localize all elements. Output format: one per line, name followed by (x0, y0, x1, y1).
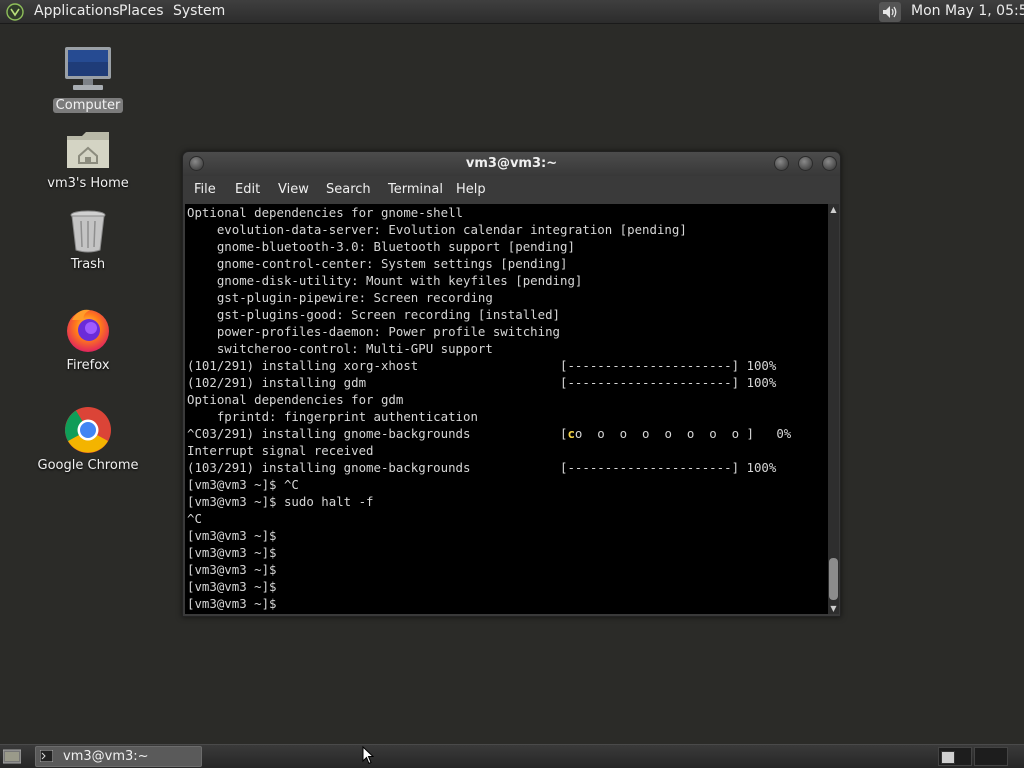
workspace-2[interactable] (974, 747, 1008, 766)
terminal-line: ^C (187, 511, 202, 526)
terminal-line: [vm3@vm3 ~]$ (187, 596, 277, 611)
desktop-icon-label: Computer (52, 98, 124, 113)
terminal-line: (101/291) installing xorg-xhost [-------… (187, 358, 777, 373)
terminal-line: Optional dependencies for gnome-shell (187, 205, 464, 220)
desktop-icon-computer[interactable]: Computer (28, 46, 148, 113)
menu-search[interactable]: Search (326, 182, 371, 197)
workspace-window-preview (941, 751, 955, 764)
bottom-panel: vm3@vm3:~ (0, 744, 1024, 768)
taskbar-item-label: vm3@vm3:~ (63, 749, 149, 764)
workspace-1[interactable] (938, 747, 972, 766)
menu-terminal[interactable]: Terminal (388, 182, 443, 197)
terminal-line: [vm3@vm3 ~]$ (187, 562, 277, 577)
menu-edit[interactable]: Edit (235, 182, 260, 197)
terminal-line: [vm3@vm3 ~]$ ^C (187, 477, 299, 492)
desktop-icon-label: Trash (70, 257, 106, 272)
terminal-menu-bar: File Edit View Search Terminal Help (183, 178, 840, 202)
scroll-down-arrow-icon[interactable]: ▼ (828, 603, 839, 614)
terminal-text: Optional dependencies for gnome-shell ev… (185, 204, 828, 612)
top-panel: Applications Places System Mon May 1, 05… (0, 0, 1024, 24)
desktop-icon-home[interactable]: vm3's Home (28, 128, 148, 191)
menu-view[interactable]: View (278, 182, 309, 197)
menu-system[interactable]: System (173, 3, 225, 19)
terminal-line: [vm3@vm3 ~]$ (187, 579, 277, 594)
terminal-line: gnome-control-center: System settings [p… (187, 256, 568, 271)
terminal-line: gnome-bluetooth-3.0: Bluetooth support [… (187, 239, 575, 254)
terminal-line: Interrupt signal received (187, 443, 374, 458)
terminal-line: gst-plugin-pipewire: Screen recording (187, 290, 493, 305)
desktop-icon-firefox[interactable]: Firefox (28, 306, 148, 373)
terminal-scrollbar[interactable]: ▲ ▼ (828, 204, 839, 614)
mouse-cursor-icon (362, 746, 374, 765)
terminal-line: (102/291) installing gdm [--------------… (187, 375, 777, 390)
terminal-line: evolution-data-server: Evolution calenda… (187, 222, 687, 237)
maximize-button[interactable] (798, 156, 813, 171)
desktop-icon-trash[interactable]: Trash (28, 209, 148, 272)
desktop-icon-label: vm3's Home (47, 176, 129, 191)
terminal-line: gst-plugins-good: Screen recording [inst… (187, 307, 560, 322)
show-desktop-icon[interactable] (3, 748, 21, 764)
window-title: vm3@vm3:~ (465, 156, 558, 171)
terminal-output[interactable]: Optional dependencies for gnome-shell ev… (185, 204, 828, 614)
window-title-bar[interactable]: vm3@vm3:~ (183, 152, 840, 176)
terminal-line: Optional dependencies for gdm (187, 392, 404, 407)
menu-places[interactable]: Places (119, 3, 164, 19)
terminal-line: switcheroo-control: Multi-GPU support (187, 341, 493, 356)
computer-icon (65, 47, 111, 90)
chrome-icon (65, 407, 111, 453)
menu-help[interactable]: Help (456, 182, 486, 197)
volume-icon[interactable] (879, 2, 901, 22)
menu-applications[interactable]: Applications (34, 3, 120, 19)
terminal-line: fprintd: fingerprint authentication (187, 409, 478, 424)
terminal-line: power-profiles-daemon: Power profile swi… (187, 324, 560, 339)
menu-file[interactable]: File (194, 182, 216, 197)
minimize-button[interactable] (774, 156, 789, 171)
clock[interactable]: Mon May 1, 05:50 (911, 3, 1024, 19)
desktop-icon-chrome[interactable]: Google Chrome (28, 406, 148, 473)
progress-dots: o o o o o o o o ] 0% (574, 426, 792, 441)
terminal-line: [vm3@vm3 ~]$ (187, 545, 277, 560)
desktop-icon-label: Firefox (66, 358, 110, 373)
firefox-icon (67, 309, 109, 352)
progress-marker: c (567, 426, 575, 441)
scroll-up-arrow-icon[interactable]: ▲ (828, 204, 839, 215)
terminal-line-prefix: ^C03/291) installing gnome-backgrounds [ (187, 426, 568, 441)
terminal-icon (40, 750, 53, 762)
terminal-line: gnome-disk-utility: Mount with keyfiles … (187, 273, 583, 288)
taskbar-item-terminal[interactable]: vm3@vm3:~ (35, 746, 202, 767)
trash-icon (70, 210, 106, 253)
terminal-line-interrupted: ^C03/291) installing gnome-backgrounds [… (187, 425, 828, 442)
terminal-line: [vm3@vm3 ~]$ sudo halt -f (187, 494, 374, 509)
distro-logo-icon[interactable] (6, 3, 24, 21)
desktop-icon-label: Google Chrome (37, 458, 139, 473)
scroll-thumb[interactable] (829, 558, 838, 600)
close-button[interactable] (822, 156, 837, 171)
terminal-window[interactable]: vm3@vm3:~ File Edit View Search Terminal… (182, 151, 841, 617)
home-folder-icon (67, 132, 109, 168)
terminal-line: [vm3@vm3 ~]$ (187, 528, 277, 543)
terminal-line: (103/291) installing gnome-backgrounds [… (187, 460, 777, 475)
